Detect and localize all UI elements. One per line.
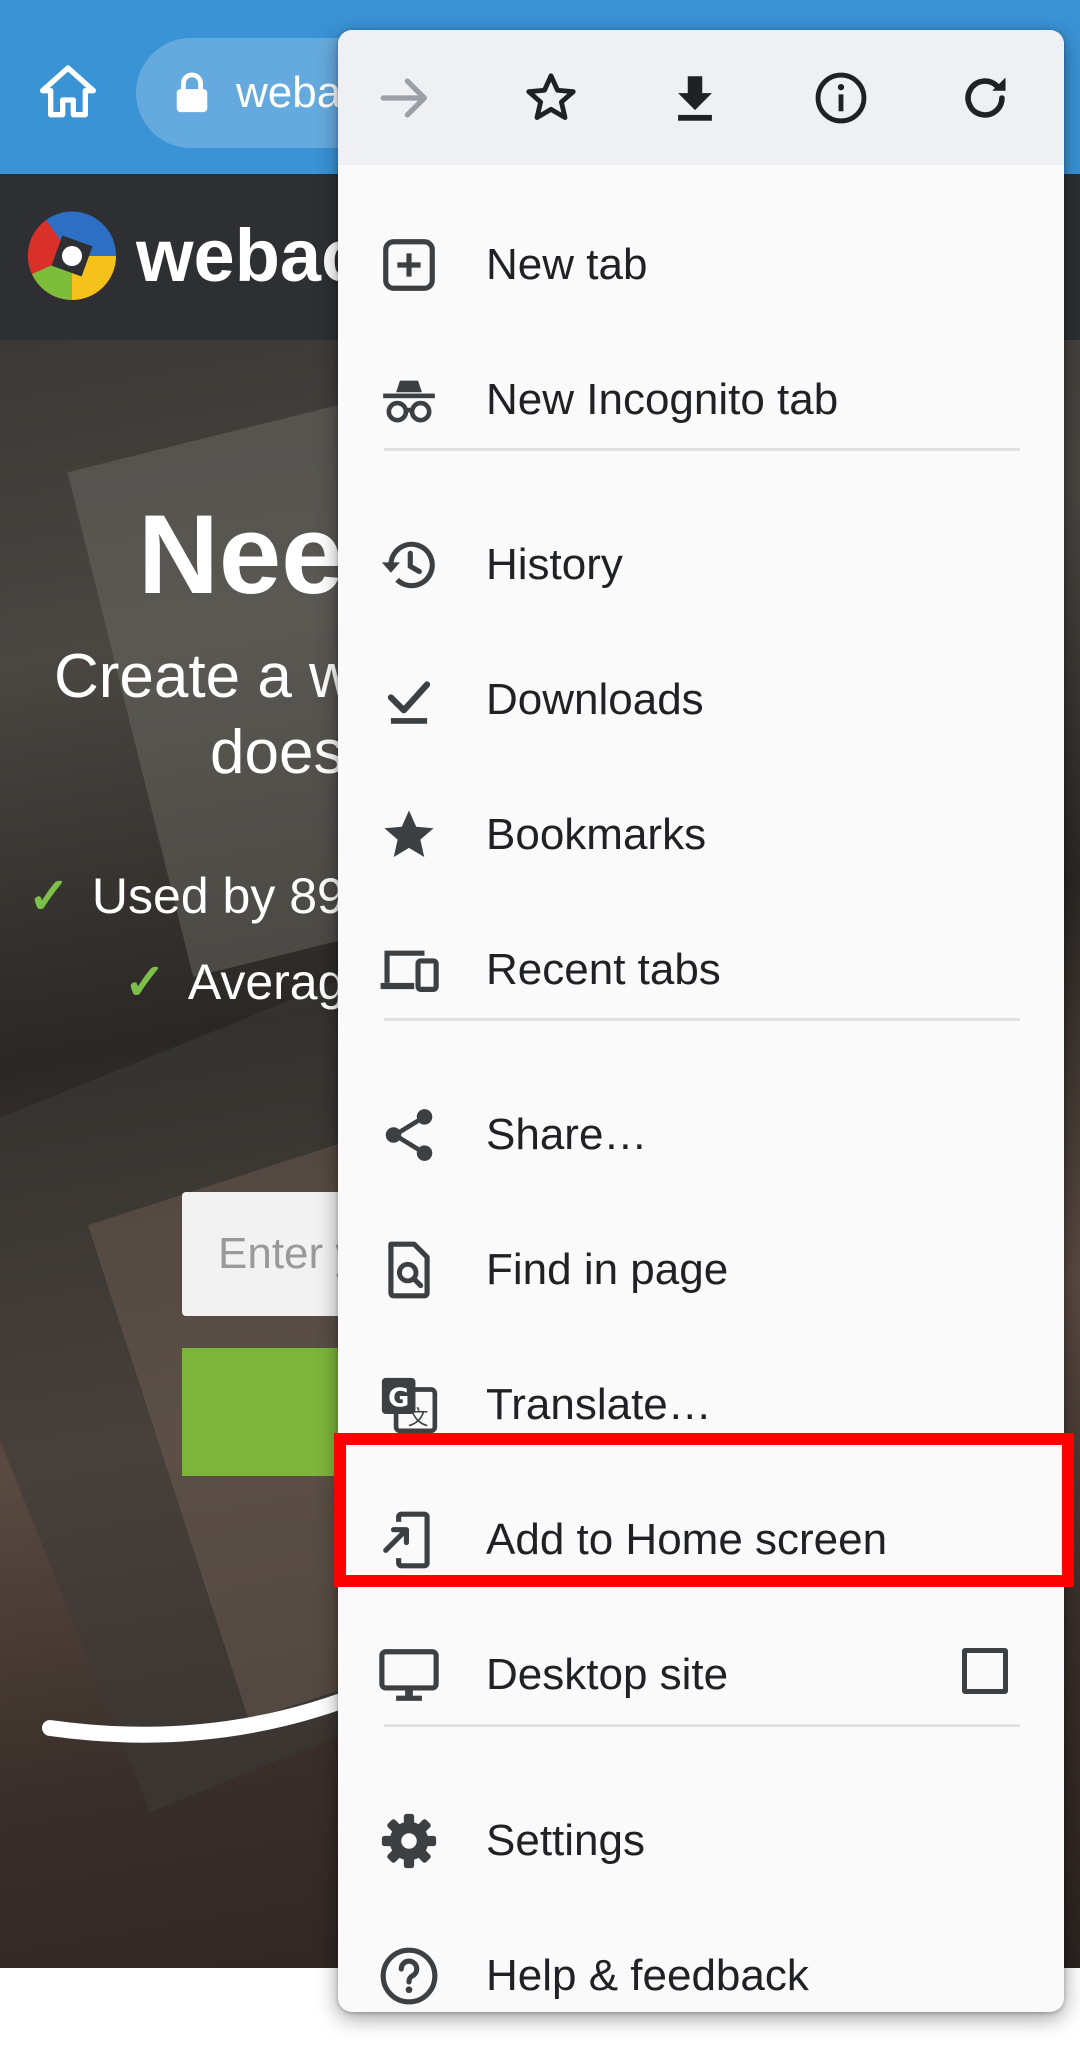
menu-item-desktop-site[interactable]: Desktop site bbox=[338, 1607, 1064, 1742]
menu-item-share[interactable]: Share… bbox=[338, 1067, 1064, 1202]
menu-item-label: Settings bbox=[486, 1816, 645, 1865]
download-page-button[interactable] bbox=[666, 69, 724, 127]
reload-button[interactable] bbox=[956, 69, 1014, 127]
menu-item-new-incognito-tab[interactable]: New Incognito tab bbox=[338, 332, 1064, 467]
menu-item-label: History bbox=[486, 540, 623, 589]
page-info-button[interactable] bbox=[812, 69, 870, 127]
feature-text: Used by 89 bbox=[91, 868, 345, 924]
incognito-icon bbox=[383, 380, 435, 423]
reload-icon bbox=[965, 77, 1006, 118]
menu-item-label: Bookmarks bbox=[486, 810, 707, 859]
menu-item-settings[interactable]: Settings bbox=[338, 1773, 1064, 1908]
download-icon bbox=[678, 76, 712, 121]
menu-item-label: New tab bbox=[486, 240, 648, 289]
menu-item-history[interactable]: History bbox=[338, 497, 1064, 632]
help-icon bbox=[380, 1947, 438, 2005]
email-placeholder: Enter y bbox=[218, 1229, 358, 1278]
menu-item-label: Find in page bbox=[486, 1245, 729, 1294]
menu-item-downloads[interactable]: Downloads bbox=[338, 632, 1064, 767]
highlight-box bbox=[334, 1433, 1074, 1587]
check-icon: ✓ bbox=[124, 954, 166, 1010]
menu-divider bbox=[384, 448, 1020, 451]
menu-item-label: New Incognito tab bbox=[486, 375, 839, 424]
lock-icon bbox=[176, 72, 208, 113]
svg-text:文: 文 bbox=[408, 1405, 429, 1429]
hero-subtitle-line2: does bbox=[210, 718, 345, 787]
hero-title: Nee bbox=[138, 492, 344, 617]
forward-button[interactable] bbox=[376, 69, 434, 127]
recent-tabs-icon bbox=[380, 950, 439, 992]
menu-item-help-feedback[interactable]: Help & feedback bbox=[338, 1908, 1064, 2012]
desktop-icon bbox=[379, 1649, 439, 1701]
home-icon bbox=[40, 65, 96, 118]
feature-check-1: ✓ Used by 89 bbox=[28, 866, 345, 926]
menu-divider bbox=[384, 1724, 1020, 1727]
site-name: webac bbox=[136, 214, 363, 297]
overflow-menu: New tab New Incognito tab History Downlo… bbox=[338, 30, 1064, 2012]
menu-item-label: Desktop site bbox=[486, 1650, 729, 1699]
svg-text:G: G bbox=[388, 1383, 409, 1413]
share-icon bbox=[385, 1109, 433, 1161]
forward-icon bbox=[380, 78, 427, 118]
history-icon bbox=[381, 541, 435, 589]
home-button[interactable] bbox=[36, 60, 100, 124]
bookmarks-star-icon bbox=[384, 810, 434, 857]
check-icon: ✓ bbox=[28, 868, 70, 924]
new-tab-icon bbox=[383, 239, 435, 291]
downloads-icon bbox=[387, 681, 431, 724]
menu-item-label: Downloads bbox=[486, 675, 704, 724]
page-info-icon bbox=[815, 72, 867, 124]
menu-item-label: Recent tabs bbox=[486, 945, 721, 994]
menu-item-find-in-page[interactable]: Find in page bbox=[338, 1202, 1064, 1337]
feature-check-2: ✓ Averag bbox=[124, 952, 345, 1012]
menu-item-bookmarks[interactable]: Bookmarks bbox=[338, 767, 1064, 902]
translate-icon: G 文 bbox=[381, 1377, 438, 1434]
url-text: weba bbox=[236, 68, 342, 117]
bookmark-button[interactable] bbox=[522, 69, 580, 127]
menu-divider bbox=[384, 1018, 1020, 1021]
menu-item-recent-tabs[interactable]: Recent tabs bbox=[338, 902, 1064, 1037]
menu-item-new-tab[interactable]: New tab bbox=[338, 197, 1064, 332]
hero-subtitle-line1: Create a w bbox=[54, 642, 354, 711]
site-logo-icon bbox=[27, 211, 117, 300]
feature-text: Averag bbox=[187, 954, 346, 1010]
menu-icon-bar bbox=[338, 30, 1064, 165]
desktop-site-checkbox[interactable] bbox=[962, 1648, 1008, 1694]
settings-gear-icon bbox=[381, 1813, 437, 1869]
menu-item-label: Share… bbox=[486, 1110, 648, 1159]
find-in-page-icon bbox=[388, 1241, 430, 1299]
bookmark-star-icon bbox=[526, 73, 576, 120]
menu-item-label: Help & feedback bbox=[486, 1951, 809, 2000]
